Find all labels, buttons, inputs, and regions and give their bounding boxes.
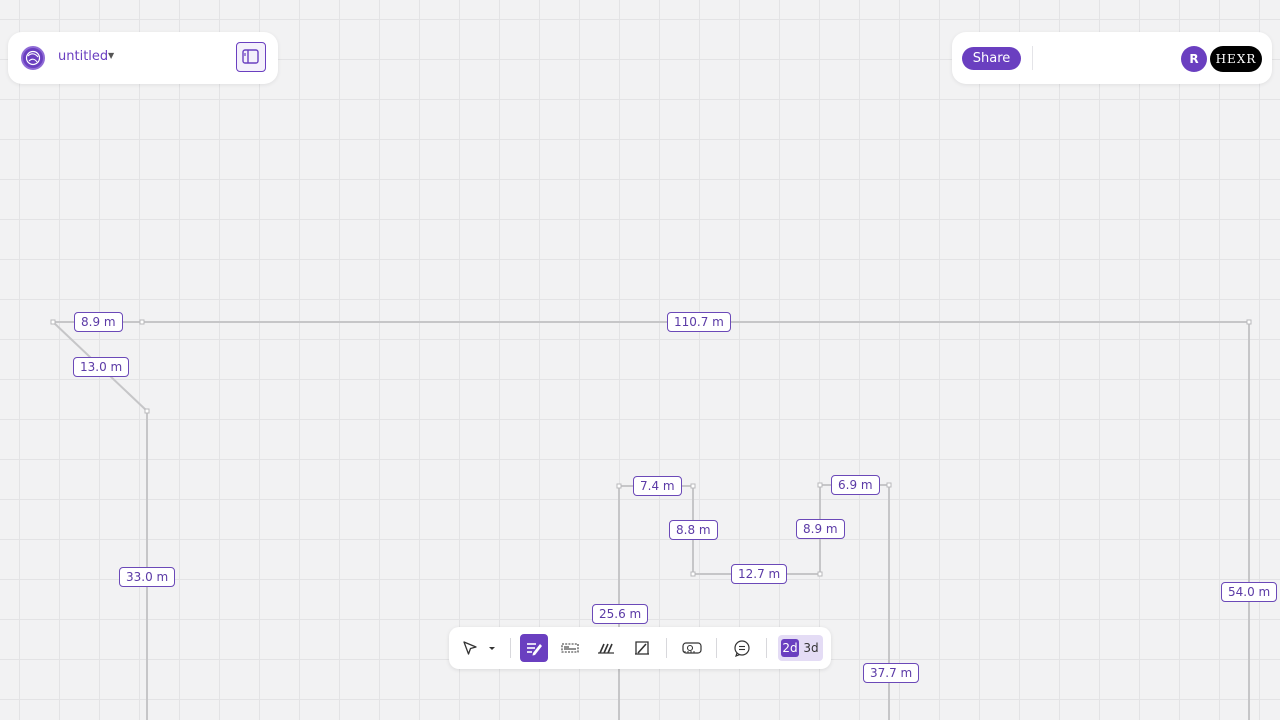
wall-node[interactable] xyxy=(817,482,823,488)
tape-measure-icon xyxy=(682,642,702,654)
cursor-icon xyxy=(463,641,477,655)
mode-2d-button[interactable]: 2d xyxy=(781,639,799,657)
wall-node[interactable] xyxy=(690,483,696,489)
view-mode-toggle: 2d 3d xyxy=(778,635,823,661)
door-tool-button[interactable] xyxy=(628,634,656,662)
dimension-label[interactable]: 110.7 m xyxy=(667,312,731,332)
pointer-menu-button[interactable] xyxy=(483,634,501,662)
project-title[interactable]: untitled xyxy=(58,49,108,64)
dimension-label[interactable]: 8.8 m xyxy=(669,520,718,540)
divider xyxy=(510,638,511,658)
measure-tool-button[interactable] xyxy=(678,634,706,662)
wall-draw-icon xyxy=(527,643,542,656)
chevron-down-icon[interactable]: ▼ xyxy=(108,51,114,60)
dimension-label[interactable]: 12.7 m xyxy=(731,564,788,584)
chevron-down-icon xyxy=(489,647,495,650)
pointer-tool-button[interactable] xyxy=(456,634,484,662)
dimension-label[interactable]: 7.4 m xyxy=(633,476,682,496)
divider xyxy=(716,638,717,658)
wall-node[interactable] xyxy=(690,571,696,577)
wall-node[interactable] xyxy=(616,483,622,489)
divider xyxy=(1032,46,1033,70)
share-panel: Share R HEXR xyxy=(952,32,1272,84)
comment-icon xyxy=(734,640,750,658)
dimension-label[interactable]: 13.0 m xyxy=(73,357,130,377)
stairs-tool-button[interactable] xyxy=(592,634,620,662)
mode-3d-button[interactable]: 3d xyxy=(802,639,820,657)
app-logo-icon[interactable] xyxy=(21,46,45,70)
wall-node[interactable] xyxy=(50,319,56,325)
wall-node[interactable] xyxy=(1246,319,1252,325)
dimension-label[interactable]: 8.9 m xyxy=(796,519,845,539)
dimension-label[interactable]: 8.9 m xyxy=(74,312,123,332)
divider xyxy=(666,638,667,658)
dimension-label[interactable]: 54.0 m xyxy=(1221,582,1278,602)
wall-tool-button[interactable] xyxy=(520,634,548,662)
wall-node[interactable] xyxy=(139,319,145,325)
dimension-label[interactable]: 37.7 m xyxy=(863,663,920,683)
window-tool-button[interactable] xyxy=(556,634,584,662)
stairs-icon xyxy=(598,643,614,654)
wall-node[interactable] xyxy=(817,571,823,577)
dimension-label[interactable]: 6.9 m xyxy=(831,475,880,495)
wall-node[interactable] xyxy=(886,482,892,488)
project-panel: untitled ▼ xyxy=(8,32,278,84)
wall-node[interactable] xyxy=(144,408,150,414)
brand-logo[interactable]: HEXR xyxy=(1210,46,1262,72)
user-avatar[interactable]: R xyxy=(1181,46,1207,72)
drawing-toolbar: 2d 3d xyxy=(449,627,831,669)
door-icon xyxy=(635,641,649,655)
dimension-label[interactable]: 33.0 m xyxy=(119,567,176,587)
window-icon xyxy=(561,643,579,653)
wall-nodes[interactable] xyxy=(50,319,1252,577)
share-button[interactable]: Share xyxy=(962,47,1021,70)
dimension-label[interactable]: 25.6 m xyxy=(592,604,649,624)
comment-tool-button[interactable] xyxy=(728,634,756,662)
sidebar-toggle-button[interactable] xyxy=(236,42,266,72)
sidebar-icon xyxy=(242,49,259,64)
divider xyxy=(766,638,767,658)
